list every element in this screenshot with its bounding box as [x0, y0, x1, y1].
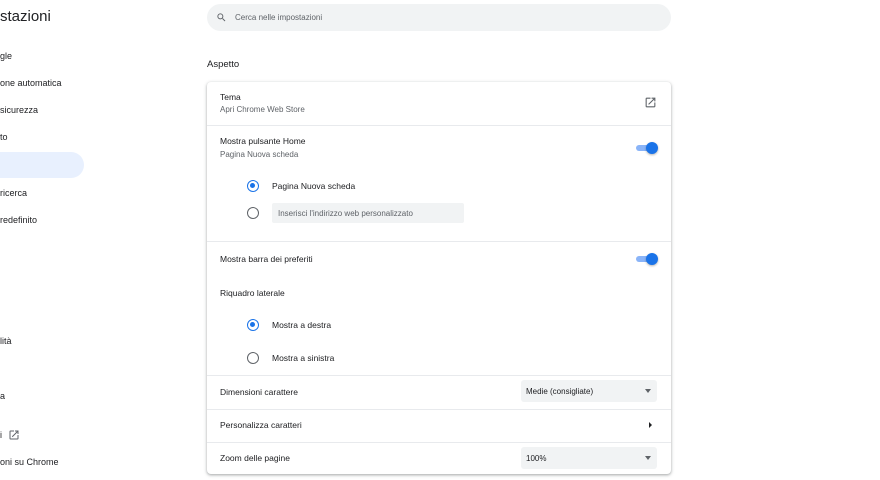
font-size-select[interactable]: Medie (consigliate): [521, 380, 657, 402]
open-in-new-icon: [8, 429, 20, 441]
bookmarks-bar-toggle[interactable]: [636, 253, 658, 265]
radio-new-tab[interactable]: [247, 180, 259, 192]
sidebar-item-label: redefinito: [0, 215, 38, 225]
sidebar-item-label: oni su Chrome: [0, 457, 59, 467]
search-icon: [216, 12, 227, 23]
font-size-label: Dimensioni carattere: [220, 387, 298, 397]
sidebar-item-accessibility[interactable]: lità: [0, 328, 84, 354]
sidebar-item-google[interactable]: gle: [0, 43, 84, 69]
home-button-toggle[interactable]: [636, 142, 658, 154]
radio-new-tab-label: Pagina Nuova scheda: [272, 181, 356, 191]
sidebar-item-about-chrome[interactable]: oni su Chrome: [0, 449, 84, 475]
sidebar-item-performance[interactable]: to: [0, 124, 84, 150]
appearance-card: Tema Apri Chrome Web Store Mostra pulsan…: [207, 82, 671, 474]
sidebar-item-label: i: [0, 430, 2, 440]
sidebar-item-label: sicurezza: [0, 105, 39, 115]
sidebar-item-label: gle: [0, 51, 13, 61]
search-bar[interactable]: [207, 4, 671, 31]
radio-show-right[interactable]: [247, 319, 259, 331]
theme-label: Tema: [220, 92, 241, 102]
divider: [207, 375, 671, 376]
divider: [207, 241, 671, 242]
page-zoom-label: Zoom delle pagine: [220, 453, 290, 463]
radio-show-right-label: Mostra a destra: [272, 320, 332, 330]
sidebar-item-label: lità: [0, 336, 12, 346]
font-size-value: Medie (consigliate): [526, 386, 594, 396]
radio-show-left-label: Mostra a sinistra: [272, 353, 335, 363]
chevron-down-icon: [645, 389, 651, 393]
sidebar-item-search-engine[interactable]: ricerca: [0, 180, 84, 206]
chevron-right-icon: [649, 422, 652, 428]
page-zoom-select[interactable]: 100%: [521, 447, 657, 469]
chevron-down-icon: [645, 456, 651, 460]
toggle-knob: [646, 142, 658, 154]
home-button-sublabel: Pagina Nuova scheda: [220, 150, 299, 159]
sidebar-item-autofill[interactable]: one automatica: [0, 70, 84, 96]
sidebar-item-extensions[interactable]: i: [0, 422, 84, 448]
customize-fonts-row[interactable]: Personalizza caratteri: [207, 410, 671, 442]
sidebar-item-privacy[interactable]: sicurezza: [0, 97, 84, 123]
sidebar-item-default-browser[interactable]: redefinito: [0, 207, 84, 233]
sidebar-item-label: to: [0, 132, 8, 142]
radio-custom-url[interactable]: [247, 207, 259, 219]
sidebar-item-label: one automatica: [0, 78, 62, 88]
side-panel-label: Riquadro laterale: [220, 288, 285, 298]
toggle-knob: [646, 253, 658, 265]
divider: [207, 442, 671, 443]
bookmarks-bar-label: Mostra barra dei preferiti: [220, 254, 313, 264]
page-title: stazioni: [0, 8, 51, 25]
sidebar-item-reset[interactable]: a: [0, 383, 84, 409]
search-input[interactable]: [235, 13, 635, 22]
customize-fonts-label: Personalizza caratteri: [220, 420, 302, 430]
divider: [207, 125, 671, 126]
custom-url-input[interactable]: [272, 203, 464, 223]
page-zoom-value: 100%: [526, 453, 547, 463]
sidebar-item-appearance[interactable]: [0, 152, 84, 178]
theme-sublabel: Apri Chrome Web Store: [220, 105, 305, 114]
theme-row[interactable]: Tema Apri Chrome Web Store: [207, 82, 671, 126]
home-button-label: Mostra pulsante Home: [220, 136, 306, 146]
sidebar-item-label: ricerca: [0, 188, 28, 198]
section-title: Aspetto: [207, 59, 240, 70]
sidebar-item-label: a: [0, 391, 6, 401]
open-in-new-icon[interactable]: [644, 96, 657, 111]
radio-show-left[interactable]: [247, 352, 259, 364]
